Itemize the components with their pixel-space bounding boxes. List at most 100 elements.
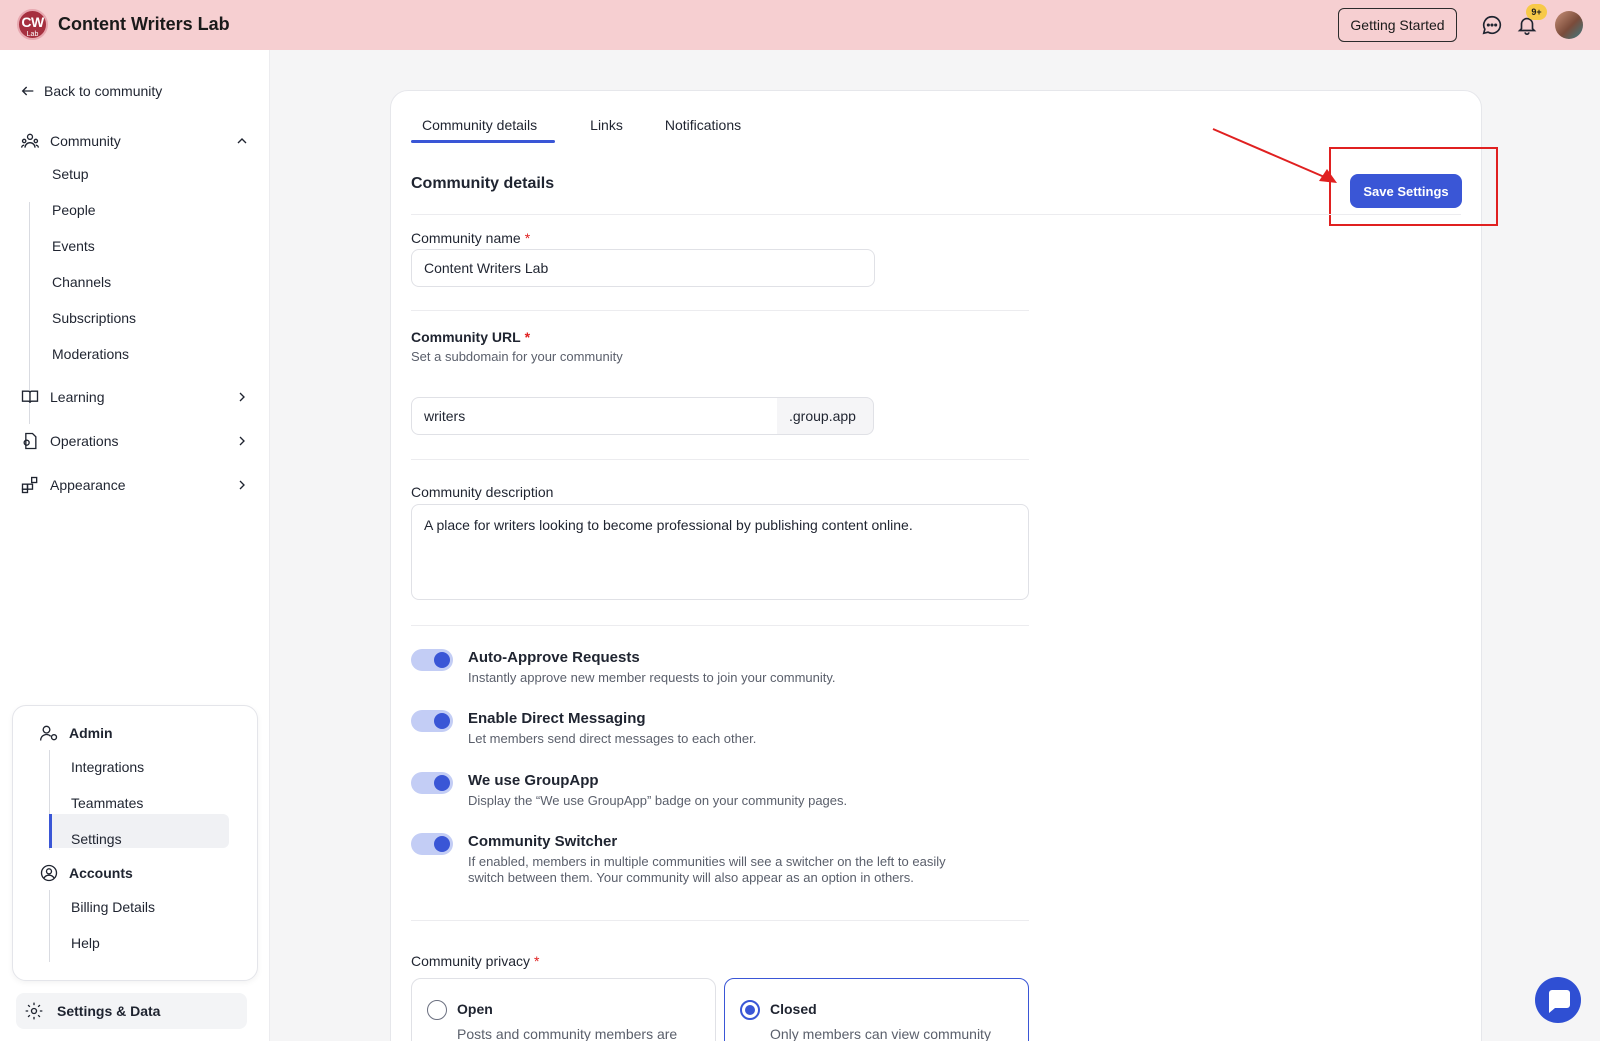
logo-subtext: Lab bbox=[26, 31, 39, 38]
required-marker: * bbox=[524, 230, 531, 246]
back-to-community-link[interactable]: Back to community bbox=[20, 83, 162, 99]
admin-card: Admin Integrations Teammates Settings Ac… bbox=[12, 705, 258, 981]
community-icon bbox=[21, 133, 39, 148]
privacy-label-text: Community privacy bbox=[411, 953, 531, 969]
privacy-open-desc: Posts and community members are bbox=[457, 1026, 678, 1041]
gear-icon bbox=[25, 1002, 43, 1020]
tab-notifications[interactable]: Notifications bbox=[654, 117, 752, 143]
community-description-input[interactable]: A place for writers looking to become pr… bbox=[411, 504, 1029, 600]
user-gear-icon bbox=[39, 725, 58, 741]
settings-card: Community details Links Notifications Co… bbox=[390, 90, 1498, 1041]
sidebar-item-teammates[interactable]: Teammates bbox=[71, 795, 143, 811]
getting-started-button[interactable]: Getting Started bbox=[1338, 8, 1457, 42]
sidebar-section-operations[interactable]: Operations bbox=[20, 430, 250, 452]
sidebar-item-events[interactable]: Events bbox=[52, 238, 95, 254]
user-avatar[interactable] bbox=[1555, 11, 1583, 39]
auto-approve-title: Auto-Approve Requests bbox=[468, 649, 640, 666]
radio-closed[interactable] bbox=[740, 1000, 760, 1020]
divider bbox=[411, 310, 1029, 311]
direct-messaging-title: Enable Direct Messaging bbox=[468, 710, 646, 727]
sidebar-item-subscriptions[interactable]: Subscriptions bbox=[52, 310, 136, 326]
admin-label: Admin bbox=[69, 725, 113, 741]
community-title: Content Writers Lab bbox=[58, 14, 230, 34]
sidebar-item-setup[interactable]: Setup bbox=[52, 166, 89, 182]
divider bbox=[411, 625, 1029, 626]
toggle-knob bbox=[434, 652, 450, 668]
annotation-arrow bbox=[1212, 128, 1337, 183]
sidebar-section-appearance[interactable]: Appearance bbox=[20, 474, 250, 496]
divider bbox=[411, 920, 1029, 921]
chat-icon bbox=[1549, 990, 1570, 1013]
accounts-subnav-line bbox=[49, 890, 50, 962]
privacy-open-title: Open bbox=[457, 1001, 493, 1017]
logo-text: CW bbox=[21, 14, 44, 30]
divider bbox=[411, 459, 1029, 460]
admin-section[interactable]: Admin bbox=[39, 723, 113, 743]
url-label-text: Community URL bbox=[411, 329, 521, 345]
required-marker: * bbox=[524, 329, 531, 345]
sidebar-item-settings[interactable]: Settings bbox=[71, 831, 122, 847]
community-switcher-toggle[interactable] bbox=[411, 833, 453, 855]
user-circle-icon bbox=[40, 864, 58, 882]
back-label: Back to community bbox=[44, 83, 163, 99]
accounts-section[interactable]: Accounts bbox=[39, 863, 133, 883]
privacy-closed-title: Closed bbox=[770, 1001, 817, 1017]
privacy-closed-desc: Only members can view community bbox=[770, 1026, 991, 1041]
toggle-knob bbox=[434, 836, 450, 852]
direct-messaging-toggle[interactable] bbox=[411, 710, 453, 732]
sidebar-item-help[interactable]: Help bbox=[71, 935, 100, 951]
community-logo[interactable]: CW Lab bbox=[17, 9, 48, 40]
chevron-right-icon bbox=[239, 436, 245, 446]
sidebar-item-integrations[interactable]: Integrations bbox=[71, 759, 144, 775]
save-settings-button[interactable]: Save Settings bbox=[1350, 174, 1462, 208]
tab-links[interactable]: Links bbox=[579, 117, 634, 143]
operations-icon bbox=[23, 432, 37, 450]
community-name-label: Community name * bbox=[411, 230, 530, 246]
widgets-icon bbox=[21, 476, 38, 494]
privacy-option-closed[interactable]: Closed Only members can view community bbox=[724, 978, 1029, 1041]
book-icon bbox=[21, 390, 39, 403]
auto-approve-desc: Instantly approve new member requests to… bbox=[468, 670, 836, 685]
chevron-right-icon bbox=[239, 480, 245, 490]
sidebar-section-community[interactable]: Community bbox=[20, 130, 250, 152]
sidebar-item-people[interactable]: People bbox=[52, 202, 96, 218]
direct-messaging-desc: Let members send direct messages to each… bbox=[468, 731, 757, 746]
chevron-up-icon[interactable] bbox=[234, 133, 250, 149]
community-url-label: Community URL * bbox=[411, 329, 530, 345]
arrow-left-icon bbox=[21, 86, 34, 96]
groupapp-badge-desc: Display the “We use GroupApp” badge on y… bbox=[468, 793, 848, 808]
section-title: Community details bbox=[411, 175, 555, 192]
community-privacy-label: Community privacy * bbox=[411, 953, 539, 969]
community-label: Community bbox=[50, 133, 121, 149]
accounts-label: Accounts bbox=[69, 865, 133, 881]
sidebar: Back to community Community Setup People… bbox=[0, 50, 270, 1041]
sidebar-item-billing[interactable]: Billing Details bbox=[71, 899, 155, 915]
radio-open[interactable] bbox=[427, 1000, 447, 1020]
community-url-help: Set a subdomain for your community bbox=[411, 349, 623, 364]
divider bbox=[411, 214, 1461, 215]
community-url-input[interactable]: writers bbox=[411, 397, 778, 435]
community-switcher-desc: If enabled, members in multiple communit… bbox=[468, 854, 946, 885]
active-tab-indicator bbox=[411, 140, 555, 143]
name-label-text: Community name bbox=[411, 230, 521, 246]
chevron-right-icon bbox=[239, 392, 245, 402]
chat-bubble-icon[interactable] bbox=[1481, 14, 1503, 36]
sidebar-section-learning[interactable]: Learning bbox=[20, 386, 250, 408]
support-chat-button[interactable] bbox=[1535, 977, 1581, 1023]
required-marker: * bbox=[534, 953, 540, 969]
sidebar-item-moderations[interactable]: Moderations bbox=[52, 346, 129, 362]
privacy-option-open[interactable]: Open Posts and community members are bbox=[411, 978, 716, 1041]
settings-data-button[interactable]: Settings & Data bbox=[16, 993, 247, 1029]
toggle-knob bbox=[434, 775, 450, 791]
auto-approve-toggle[interactable] bbox=[411, 649, 453, 671]
notification-badge: 9+ bbox=[1526, 4, 1547, 20]
settings-data-label: Settings & Data bbox=[57, 1003, 161, 1019]
groupapp-badge-title: We use GroupApp bbox=[468, 772, 599, 789]
toggle-knob bbox=[434, 713, 450, 729]
top-bar: CW Lab Content Writers Lab Getting Start… bbox=[0, 0, 1600, 50]
appearance-label: Appearance bbox=[50, 477, 126, 493]
sidebar-item-channels[interactable]: Channels bbox=[52, 274, 111, 290]
url-suffix: .group.app bbox=[777, 397, 874, 435]
community-name-input[interactable]: Content Writers Lab bbox=[411, 249, 875, 287]
groupapp-badge-toggle[interactable] bbox=[411, 772, 453, 794]
